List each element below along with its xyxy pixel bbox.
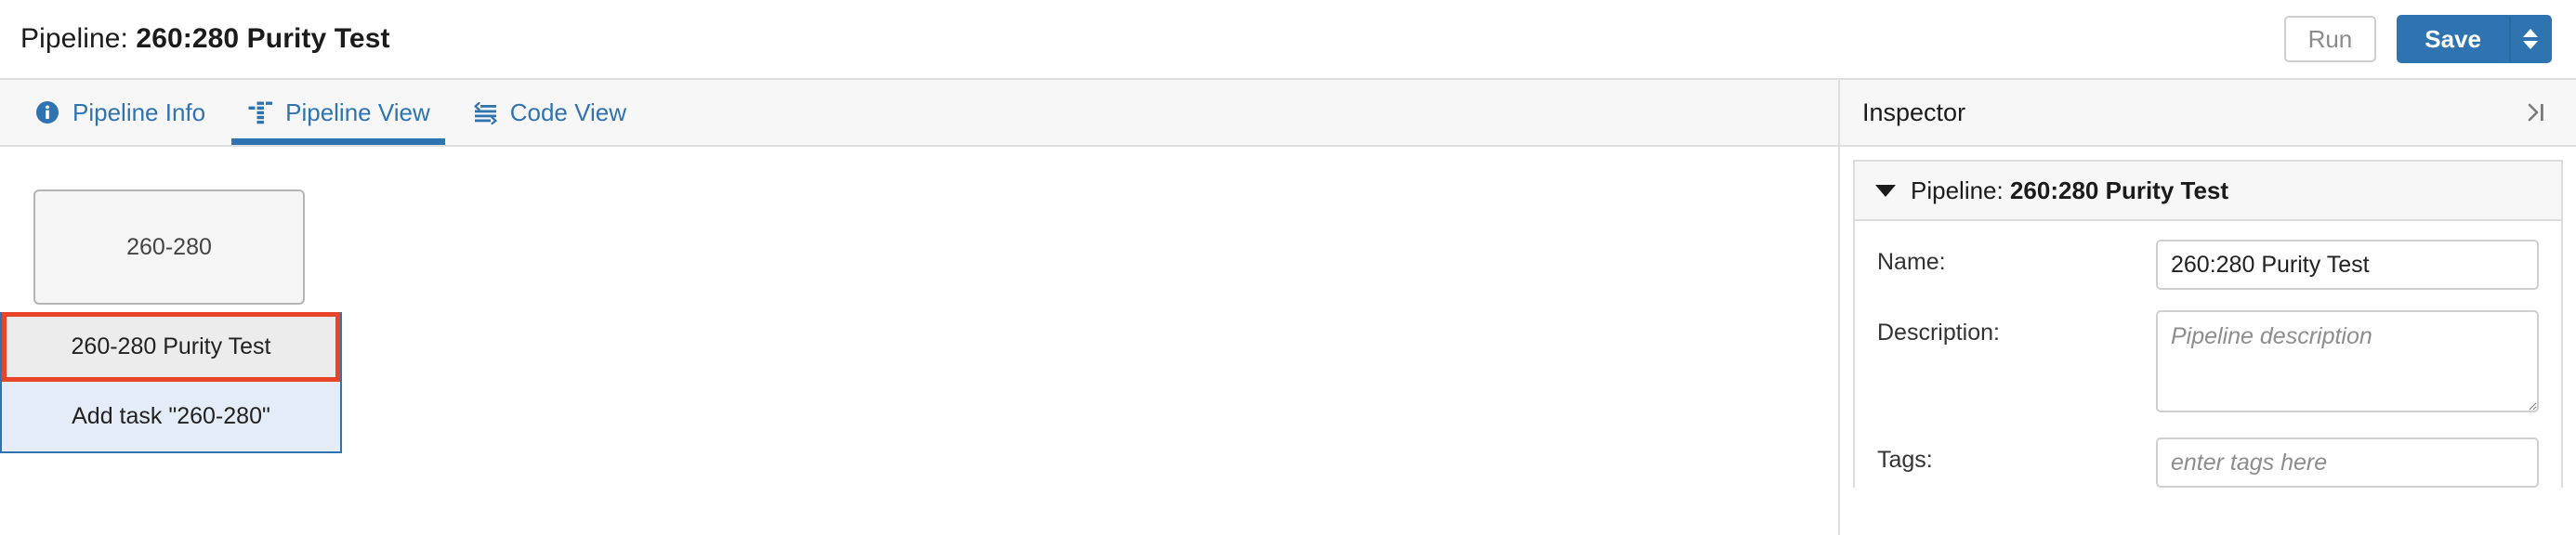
- pipeline-node-label: 260-280: [126, 233, 212, 260]
- description-textarea[interactable]: [2156, 310, 2539, 412]
- save-button[interactable]: Save: [2397, 15, 2509, 63]
- save-split-button: Save: [2397, 15, 2552, 63]
- name-input[interactable]: [2156, 240, 2539, 290]
- tab-bar: Pipeline Info Pipeline View Code View: [0, 78, 1838, 147]
- inspector-header: Inspector: [1840, 78, 2576, 147]
- inspector-section-title-prefix: Pipeline:: [1911, 176, 2010, 204]
- page-title-prefix: Pipeline:: [20, 23, 137, 54]
- inspector-section-title-name: 260:280 Purity Test: [2009, 176, 2229, 204]
- caret-up-down-icon: [2523, 29, 2538, 49]
- tab-pipeline-view-label: Pipeline View: [285, 98, 430, 126]
- suggestion-item-label: Add task "260-280": [72, 403, 270, 429]
- form-row-description: Description:: [1855, 310, 2561, 417]
- tags-field-wrap: [2156, 437, 2539, 488]
- suggestion-item-purity-test[interactable]: 260-280 Purity Test: [2, 312, 340, 382]
- top-header: Pipeline: 260:280 Purity Test Run Save: [0, 0, 2576, 78]
- name-field-wrap: [2156, 240, 2539, 290]
- inspector-section-header[interactable]: Pipeline: 260:280 Purity Test: [1855, 162, 2561, 221]
- description-label: Description:: [1877, 320, 2000, 346]
- inspector-panel: Inspector Pipeline: 260:280 Purity Test …: [1838, 78, 2576, 535]
- inspector-section-title: Pipeline: 260:280 Purity Test: [1911, 176, 2228, 205]
- page-title: Pipeline: 260:280 Purity Test: [20, 23, 390, 55]
- tab-code-view-label: Code View: [509, 98, 626, 126]
- pipeline-canvas[interactable]: 260-280 260-280 Purity Test Add task "26…: [0, 147, 1838, 535]
- tab-pipeline-info-label: Pipeline Info: [72, 98, 206, 126]
- info-circle-icon: [33, 98, 61, 126]
- header-actions: Run Save: [2283, 15, 2552, 63]
- form-row-tags: Tags:: [1855, 437, 2561, 488]
- tab-pipeline-view[interactable]: Pipeline View: [226, 80, 451, 145]
- description-field-wrap: [2156, 310, 2539, 417]
- form-row-name: Name:: [1855, 240, 2561, 290]
- inspector-title: Inspector: [1862, 98, 1966, 126]
- page-title-name: 260:280 Purity Test: [136, 23, 390, 54]
- code-indent-icon: [471, 98, 499, 126]
- pipeline-editor-app: Pipeline: 260:280 Purity Test Run Save P…: [0, 0, 2576, 535]
- save-dropdown-button[interactable]: [2509, 15, 2552, 63]
- collapse-right-icon[interactable]: [2517, 94, 2554, 131]
- triangle-down-icon[interactable]: [1875, 184, 1896, 197]
- tags-input[interactable]: [2156, 437, 2539, 488]
- name-label: Name:: [1877, 249, 1946, 275]
- pipeline-node-260-280[interactable]: 260-280: [33, 189, 305, 305]
- suggestion-item-add-task[interactable]: Add task "260-280": [2, 382, 340, 451]
- tab-pipeline-info[interactable]: Pipeline Info: [13, 80, 226, 145]
- task-suggestion-dropdown: 260-280 Purity Test Add task "260-280": [0, 312, 342, 453]
- inspector-section-card: Pipeline: 260:280 Purity Test Name: Desc…: [1853, 160, 2563, 488]
- run-button[interactable]: Run: [2283, 16, 2377, 62]
- suggestion-item-label: 260-280 Purity Test: [71, 333, 271, 359]
- tab-code-view[interactable]: Code View: [451, 80, 647, 145]
- tags-label: Tags:: [1877, 447, 1933, 473]
- inspector-form: Name: Description: Tags:: [1855, 221, 2561, 488]
- sitemap-icon: [246, 98, 274, 126]
